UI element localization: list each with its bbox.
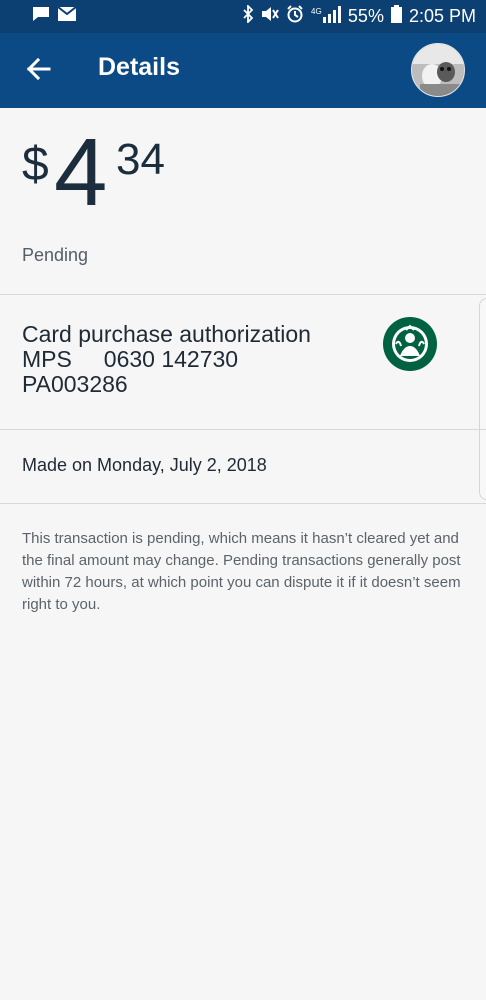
starbucks-logo-icon	[382, 316, 438, 372]
side-panel-edge	[479, 298, 486, 500]
bluetooth-icon	[242, 3, 254, 28]
divider	[0, 503, 486, 504]
page-title: Details	[98, 53, 180, 81]
mute-icon	[261, 6, 279, 27]
pending-note: This transaction is pending, which means…	[22, 530, 461, 613]
signal-icon: 4G	[311, 5, 341, 28]
svg-text:4G: 4G	[311, 7, 322, 16]
battery-icon	[390, 5, 402, 28]
arrow-left-icon	[25, 56, 51, 87]
description-line: Card purchase authorization	[22, 321, 311, 347]
transaction-description: Card purchase authorization MPS 0630 142…	[22, 322, 362, 397]
divider	[0, 294, 486, 295]
currency-symbol: $	[22, 138, 49, 191]
amount-whole: 4	[54, 119, 108, 226]
avatar[interactable]	[411, 43, 465, 97]
amount-cents: 34	[116, 135, 165, 184]
transaction-date: Made on Monday, July 2, 2018	[22, 455, 267, 475]
status-bar: 4G 55% 2:05 PM	[0, 0, 486, 33]
description-line: PA003286	[22, 371, 128, 397]
transaction-status: Pending	[22, 245, 89, 265]
description-line: MPS 0630 142730	[22, 346, 239, 372]
chat-icon	[32, 6, 50, 27]
mail-icon	[57, 6, 77, 26]
battery-percentage: 55%	[347, 6, 384, 26]
divider	[0, 429, 486, 430]
status-left	[32, 6, 77, 27]
app-bar: Details	[0, 33, 486, 108]
back-button[interactable]	[22, 55, 54, 87]
alarm-icon	[286, 5, 304, 28]
status-right: 4G 55% 2:05 PM	[242, 3, 476, 28]
clock: 2:05 PM	[408, 6, 476, 26]
